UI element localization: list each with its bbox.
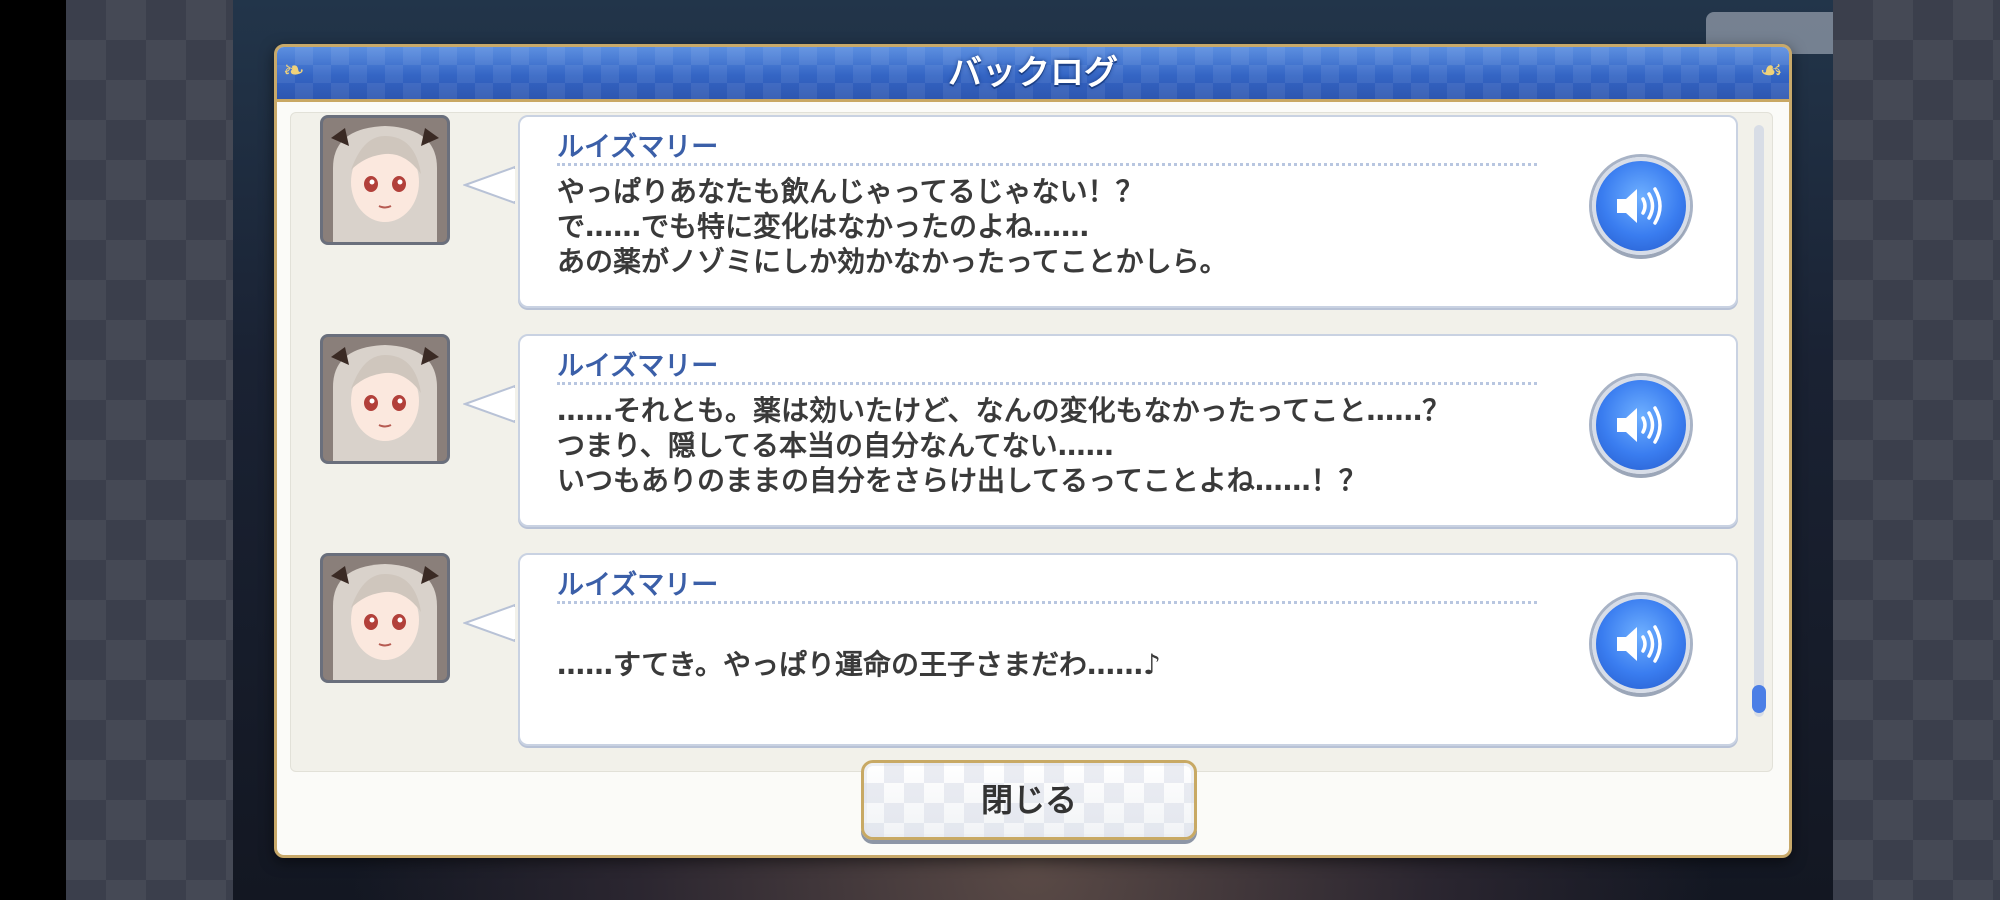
voice-replay-button[interactable]: [1592, 157, 1690, 255]
speaker-divider: [557, 382, 1537, 385]
side-pattern-left: [66, 0, 233, 900]
speech-bubble: ルイズマリー ……それとも。薬は効いたけど、なんの変化もなかったってこと……？ …: [518, 334, 1738, 527]
speaker-divider: [557, 163, 1537, 166]
dialogue-text: やっぱりあなたも飲んじゃってるじゃない！？ で……でも特に変化はなかったのよね……: [557, 174, 1557, 279]
backlog-entry: ルイズマリー やっぱりあなたも飲んじゃってるじゃない！？ で……でも特に変化はな…: [291, 115, 1772, 315]
scrollbar-track[interactable]: [1752, 125, 1766, 717]
character-portrait-icon: [323, 556, 447, 680]
speech-bubble: ルイズマリー ……すてき。やっぱり運命の王子さまだわ……♪: [518, 553, 1738, 746]
backlog-entry: ルイズマリー ……それとも。薬は効いたけど、なんの変化もなかったってこと……？ …: [291, 334, 1772, 534]
character-portrait-icon: [323, 337, 447, 461]
dialogue-text: ……それとも。薬は効いたけど、なんの変化もなかったってこと……？ つまり、隠して…: [557, 393, 1557, 498]
speech-bubble-tail: [463, 384, 515, 424]
side-pattern-right: [1833, 0, 2000, 900]
speaker-icon: [1617, 625, 1662, 663]
dialogue-line: やっぱりあなたも飲んじゃってるじゃない！？: [557, 175, 1144, 208]
speaker-name: ルイズマリー: [557, 351, 719, 382]
character-avatar: [320, 115, 450, 245]
dialogue-line: つまり、隠してる本当の自分なんてない……: [557, 429, 1114, 462]
backlog-entry: ルイズマリー ……すてき。やっぱり運命の王子さまだわ……♪: [291, 553, 1772, 753]
speaker-icon: [1617, 187, 1662, 225]
dialogue-line: あの薬がノゾミにしか効かなかったってことかしら。: [557, 245, 1228, 278]
letterbox-left: [0, 0, 66, 900]
dialogue-line: いつもありのままの自分をさらけ出してるってことよね……！？: [557, 464, 1367, 497]
character-avatar: [320, 553, 450, 683]
speaker-icon: [1617, 406, 1662, 444]
dialog-title: バックログ: [948, 53, 1118, 93]
dialogue-line: ……それとも。薬は効いたけど、なんの変化もなかったってこと……？: [557, 394, 1451, 427]
speech-bubble-tail: [463, 165, 515, 205]
dialog-header: ❧ ☙ バックログ: [277, 47, 1789, 102]
backlog-dialog: ❧ ☙ バックログ ルイズマリー やっぱりあなたも飲んじゃってるじゃない！？ で…: [274, 44, 1792, 858]
speech-bubble-tail: [463, 603, 515, 643]
speaker-name: ルイズマリー: [557, 132, 719, 163]
speech-bubble: ルイズマリー やっぱりあなたも飲んじゃってるじゃない！？ で……でも特に変化はな…: [518, 115, 1738, 308]
speaker-name: ルイズマリー: [557, 570, 719, 601]
character-portrait-icon: [323, 118, 447, 242]
close-button[interactable]: 閉じる: [861, 760, 1197, 840]
dialogue-line: で……でも特に変化はなかったのよね……: [557, 210, 1090, 243]
voice-replay-button[interactable]: [1592, 376, 1690, 474]
speaker-divider: [557, 601, 1537, 604]
close-button-label: 閉じる: [980, 781, 1077, 819]
backlog-list[interactable]: ルイズマリー やっぱりあなたも飲んじゃってるじゃない！？ で……でも特に変化はな…: [290, 112, 1773, 772]
dialogue-text: ……すてき。やっぱり運命の王子さまだわ……♪: [557, 647, 1557, 682]
dialogue-line: ……すてき。やっぱり運命の王子さまだわ……♪: [557, 648, 1161, 681]
scrollbar-thumb[interactable]: [1752, 685, 1766, 713]
character-avatar: [320, 334, 450, 464]
voice-replay-button[interactable]: [1592, 595, 1690, 693]
